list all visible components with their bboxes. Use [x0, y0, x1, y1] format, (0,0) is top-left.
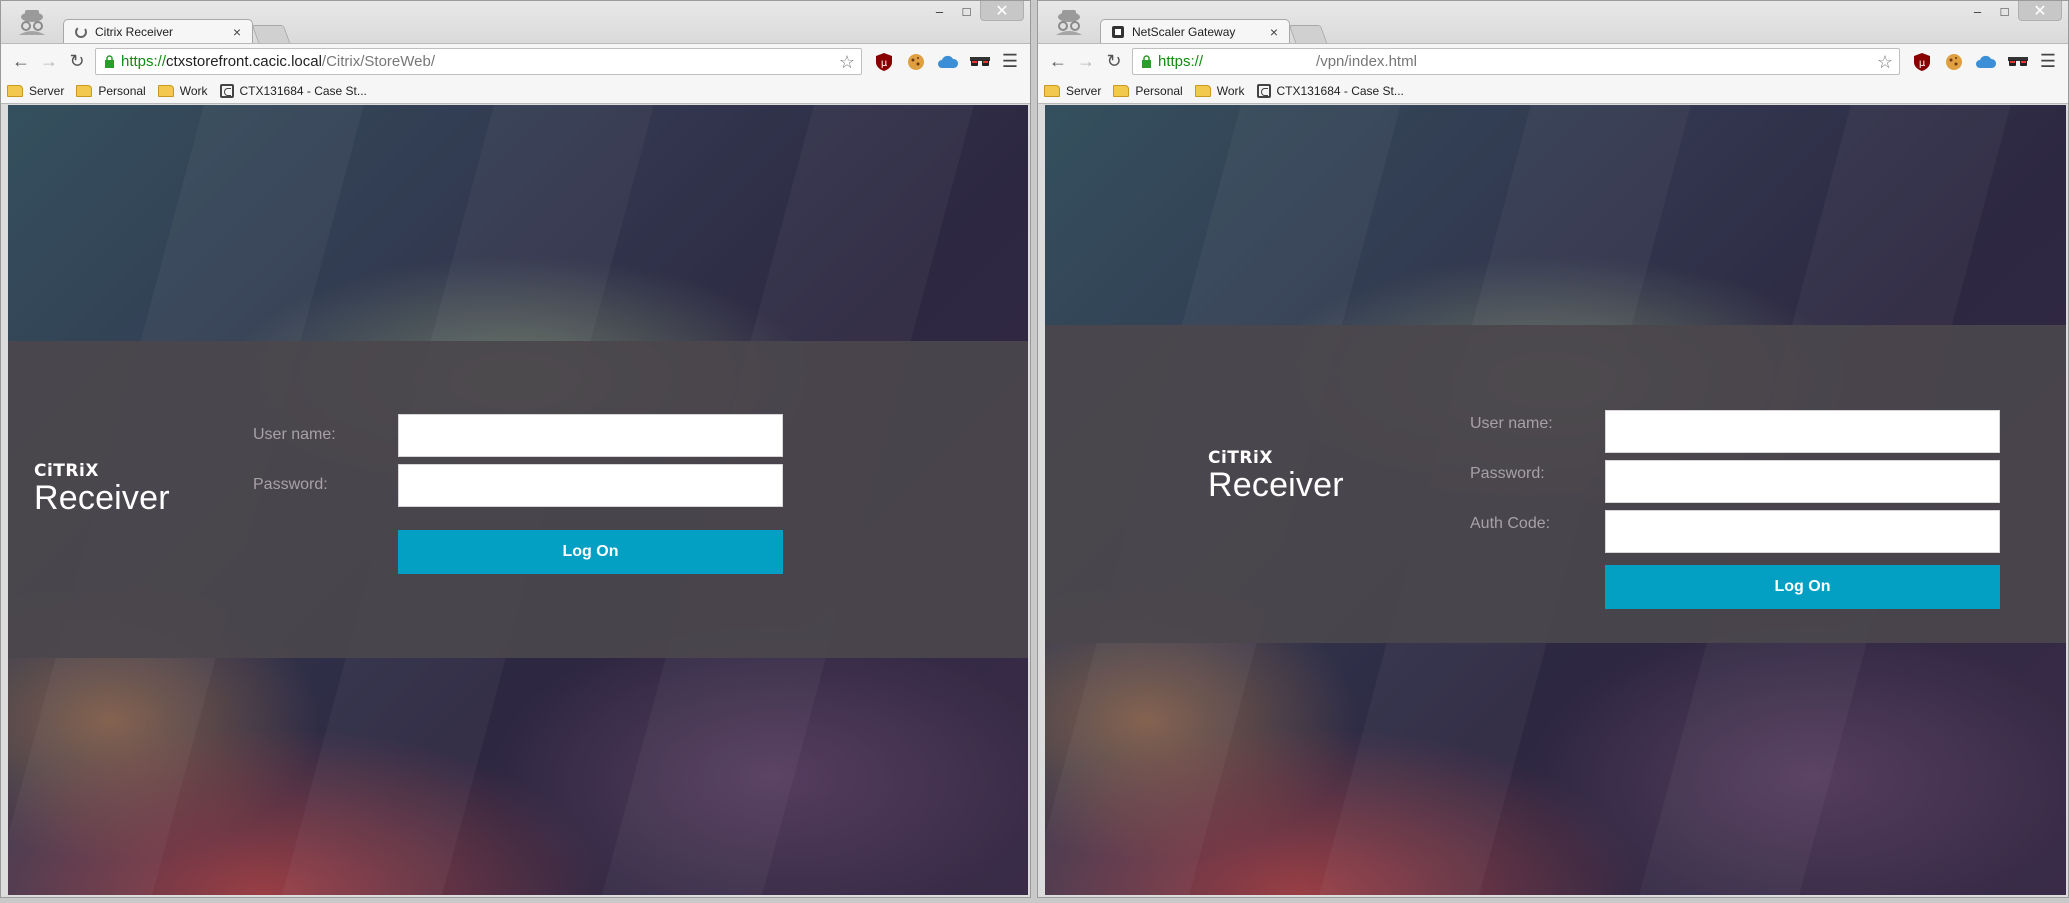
spinner-favicon-icon [75, 26, 87, 38]
citrix-wordmark: CiTRiX [34, 461, 99, 481]
browser-window-left: Citrix Receiver × – □ ✕ ← → ↻ https://ct… [0, 0, 1031, 898]
glasses-extension-icon[interactable] [2002, 48, 2034, 76]
forward-arrow-icon[interactable]: → [1072, 48, 1100, 76]
password-input[interactable] [1605, 460, 2000, 503]
maximize-button[interactable]: □ [953, 1, 980, 21]
svg-text:μ: μ [881, 58, 888, 69]
logon-panel: CiTRiX Receiver User name: Password: Aut… [1045, 325, 2066, 643]
password-label: Password: [1470, 465, 1545, 482]
window-controls: – □ ✕ [1964, 1, 2062, 21]
new-tab-button[interactable] [251, 25, 291, 43]
folder-icon [7, 85, 23, 97]
auth-code-label: Auth Code: [1470, 515, 1551, 532]
netscaler-favicon-icon [1112, 26, 1124, 38]
url-host: ctxstorefront.cacic.local [166, 53, 322, 70]
netscaler-gateway-logon-page: CiTRiX Receiver User name: Password: Aut… [1045, 105, 2066, 895]
folder-icon [1194, 85, 1211, 97]
tab-citrix-receiver[interactable]: Citrix Receiver × [63, 19, 253, 44]
log-on-button[interactable]: Log On [398, 530, 783, 574]
username-label: User name: [1470, 415, 1553, 432]
bookmark-ctx131684[interactable]: CTX131684 - Case St... [219, 84, 367, 98]
bookmarks-bar: Server Personal Work CTX131684 - Case St… [1, 79, 1030, 104]
log-on-button[interactable]: Log On [1605, 565, 2000, 609]
bookmark-star-icon[interactable]: ☆ [1877, 52, 1893, 73]
tab-close-icon[interactable]: × [230, 24, 244, 40]
url-scheme: https:// [1158, 53, 1204, 70]
username-label: User name: [253, 426, 336, 443]
close-window-button[interactable]: ✕ [2018, 1, 2062, 21]
forward-arrow-icon[interactable]: → [35, 48, 63, 76]
citrix-favicon-icon [1256, 84, 1271, 98]
glasses-extension-icon[interactable] [964, 48, 996, 76]
reload-icon[interactable]: ↻ [63, 48, 91, 76]
citrix-wordmark: CiTRiX [1208, 448, 1273, 468]
title-bar: Citrix Receiver × – □ ✕ [1, 1, 1030, 44]
browser-menu-icon[interactable]: ☰ [2034, 48, 2062, 76]
bookmark-personal[interactable]: Personal [1113, 84, 1183, 98]
window-controls: – □ ✕ [926, 1, 1024, 21]
citrix-receiver-logo: CiTRiX Receiver [1208, 448, 1344, 502]
url-path: /Citrix/StoreWeb/ [321, 53, 436, 70]
tab-close-icon[interactable]: × [1267, 24, 1281, 40]
password-input[interactable] [398, 464, 783, 507]
folder-icon [157, 85, 174, 97]
logon-panel: CiTRiX Receiver User name: Password: Log… [8, 341, 1028, 658]
lock-icon [1142, 55, 1151, 68]
bookmark-star-icon[interactable]: ☆ [839, 52, 855, 73]
cloud-extension-icon[interactable] [1970, 48, 2002, 76]
reload-icon[interactable]: ↻ [1100, 48, 1128, 76]
svg-text:μ: μ [1919, 58, 1926, 69]
bookmark-work[interactable]: Work [1194, 84, 1245, 98]
incognito-icon [19, 10, 45, 35]
minimize-button[interactable]: – [1964, 1, 1991, 21]
folder-icon [1113, 85, 1130, 97]
cloud-extension-icon[interactable] [932, 48, 964, 76]
bookmark-work[interactable]: Work [157, 84, 208, 98]
bookmark-ctx131684[interactable]: CTX131684 - Case St... [1256, 84, 1404, 98]
back-arrow-icon[interactable]: ← [1044, 48, 1072, 76]
citrix-favicon-icon [219, 84, 234, 98]
back-arrow-icon[interactable]: ← [7, 48, 35, 76]
folder-icon [1044, 85, 1060, 97]
bookmark-server[interactable]: Server [1044, 84, 1101, 98]
storefront-logon-page: CiTRiX Receiver User name: Password: Log… [8, 105, 1028, 895]
incognito-icon [1056, 10, 1082, 35]
receiver-wordmark: Receiver [34, 479, 170, 517]
close-window-button[interactable]: ✕ [980, 1, 1024, 21]
citrix-receiver-logo: CiTRiX Receiver [34, 461, 170, 515]
bookmarks-bar: Server Personal Work CTX131684 - Case St… [1038, 79, 2068, 104]
toolbar: ← → ↻ https:// /vpn/index.html ☆ μ ☰ [1038, 43, 2068, 79]
auth-code-input[interactable] [1605, 510, 2000, 553]
new-tab-button[interactable] [1288, 25, 1328, 43]
minimize-button[interactable]: – [926, 1, 953, 21]
browser-menu-icon[interactable]: ☰ [996, 48, 1024, 76]
ublock-extension-icon[interactable]: μ [868, 48, 900, 76]
password-label: Password: [253, 476, 328, 493]
tab-title: Citrix Receiver [95, 25, 174, 39]
folder-icon [76, 85, 93, 97]
lock-icon [105, 55, 114, 68]
username-input[interactable] [1605, 410, 2000, 453]
bookmark-personal[interactable]: Personal [76, 84, 146, 98]
url-path: /vpn/index.html [1316, 53, 1417, 70]
url-scheme: https:// [121, 53, 167, 70]
cookie-extension-icon[interactable] [900, 48, 932, 76]
tab-netscaler-gateway[interactable]: NetScaler Gateway × [1100, 19, 1290, 44]
tab-title: NetScaler Gateway [1132, 25, 1236, 39]
address-bar[interactable]: https://ctxstorefront.cacic.local/Citrix… [95, 48, 862, 75]
maximize-button[interactable]: □ [1991, 1, 2018, 21]
toolbar: ← → ↻ https://ctxstorefront.cacic.local /… [1, 43, 1030, 79]
cookie-extension-icon[interactable] [1938, 48, 1970, 76]
ublock-extension-icon[interactable]: μ [1906, 48, 1938, 76]
address-bar[interactable]: https:// /vpn/index.html ☆ [1132, 48, 1900, 75]
browser-window-right: NetScaler Gateway × – □ ✕ ← → ↻ https://… [1037, 0, 2069, 898]
bookmark-server[interactable]: Server [7, 84, 64, 98]
desktop: Citrix Receiver × – □ ✕ ← → ↻ https://ct… [0, 0, 2069, 903]
title-bar: NetScaler Gateway × – □ ✕ [1038, 1, 2068, 44]
username-input[interactable] [398, 414, 783, 457]
receiver-wordmark: Receiver [1208, 466, 1344, 504]
